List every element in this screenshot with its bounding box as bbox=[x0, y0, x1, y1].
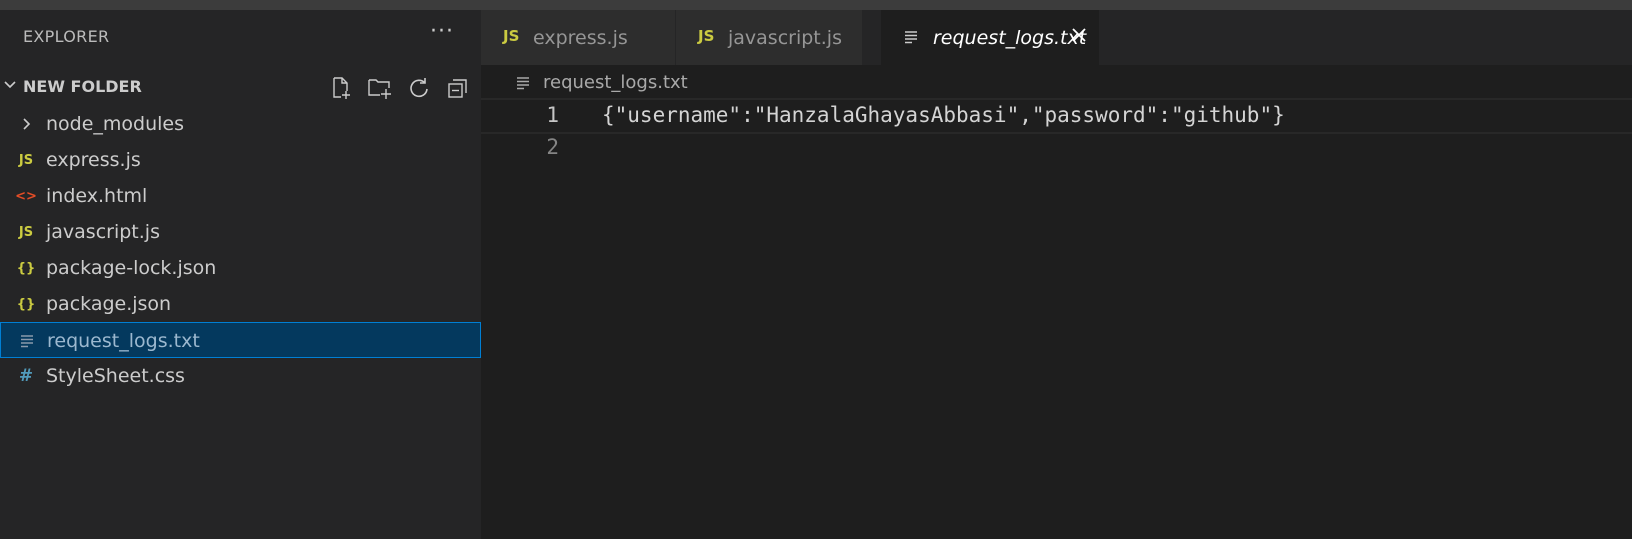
tree-item-label: index.html bbox=[46, 185, 148, 207]
text-file-icon bbox=[515, 75, 531, 95]
tree-item-javascript-js[interactable]: JS javascript.js bbox=[0, 214, 481, 250]
file-tree: node_modules JS express.js <> index.html… bbox=[0, 106, 481, 394]
new-folder-icon[interactable] bbox=[367, 75, 393, 101]
folder-title: NEW FOLDER bbox=[23, 77, 142, 96]
tree-item-label: StyleSheet.css bbox=[46, 365, 185, 387]
tab-label: express.js bbox=[533, 27, 628, 49]
tree-item-stylesheet-css[interactable]: # StyleSheet.css bbox=[0, 358, 481, 394]
text-file-icon bbox=[903, 29, 919, 49]
folder-actions bbox=[328, 75, 471, 101]
tree-item-label: javascript.js bbox=[46, 221, 160, 243]
tree-item-index-html[interactable]: <> index.html bbox=[0, 178, 481, 214]
title-bar bbox=[0, 0, 1632, 10]
new-file-icon[interactable] bbox=[328, 75, 354, 101]
more-actions-icon[interactable]: ··· bbox=[430, 21, 454, 43]
json-icon: {} bbox=[16, 296, 36, 312]
code-line[interactable]: 2 bbox=[481, 132, 1632, 168]
tree-item-label: node_modules bbox=[46, 113, 185, 135]
js-icon: JS bbox=[503, 27, 520, 45]
tab-request-logs-txt[interactable]: request_logs.txt bbox=[881, 10, 1099, 65]
tree-item-package-json[interactable]: {} package.json bbox=[0, 286, 481, 322]
js-icon: JS bbox=[18, 224, 34, 240]
explorer-sidebar: EXPLORER ··· NEW FOLDER node_modules JS … bbox=[0, 10, 481, 539]
chevron-right-icon bbox=[16, 114, 36, 134]
html-icon: <> bbox=[15, 188, 37, 204]
text-file-icon bbox=[17, 331, 37, 351]
breadcrumb-item[interactable]: request_logs.txt bbox=[543, 72, 688, 93]
code-editor[interactable]: 1 {"username":"HanzalaGhayasAbbasi","pas… bbox=[481, 98, 1632, 539]
chevron-down-icon bbox=[2, 77, 18, 93]
tree-item-node-modules[interactable]: node_modules bbox=[0, 106, 481, 142]
explorer-header: EXPLORER bbox=[23, 27, 110, 46]
tree-item-express-js[interactable]: JS express.js bbox=[0, 142, 481, 178]
tab-label: javascript.js bbox=[728, 27, 842, 49]
tree-item-label: request_logs.txt bbox=[47, 330, 200, 352]
refresh-icon[interactable] bbox=[406, 75, 432, 101]
collapse-all-icon[interactable] bbox=[445, 75, 471, 101]
tree-item-request-logs-txt[interactable]: request_logs.txt bbox=[0, 322, 481, 358]
tab-label: request_logs.txt bbox=[933, 27, 1087, 49]
code-line[interactable]: 1 {"username":"HanzalaGhayasAbbasi","pas… bbox=[481, 98, 1632, 134]
tree-item-package-lock-json[interactable]: {} package-lock.json bbox=[0, 250, 481, 286]
code-text[interactable]: {"username":"HanzalaGhayasAbbasi","passw… bbox=[602, 103, 1285, 127]
tab-express-js[interactable]: JS express.js bbox=[481, 10, 675, 65]
tab-javascript-js[interactable]: JS javascript.js bbox=[676, 10, 862, 65]
css-icon: # bbox=[18, 366, 34, 386]
line-number: 1 bbox=[546, 103, 559, 127]
js-icon: JS bbox=[698, 27, 715, 45]
json-icon: {} bbox=[16, 260, 36, 276]
close-icon[interactable] bbox=[1069, 25, 1089, 45]
folder-section-header[interactable]: NEW FOLDER bbox=[0, 72, 481, 102]
editor-tab-bar: JS express.js JS javascript.js request_l… bbox=[481, 10, 1632, 65]
js-icon: JS bbox=[18, 152, 34, 168]
tree-item-label: package-lock.json bbox=[46, 257, 217, 279]
line-number: 2 bbox=[546, 135, 559, 159]
tree-item-label: package.json bbox=[46, 293, 172, 315]
tree-item-label: express.js bbox=[46, 149, 141, 171]
